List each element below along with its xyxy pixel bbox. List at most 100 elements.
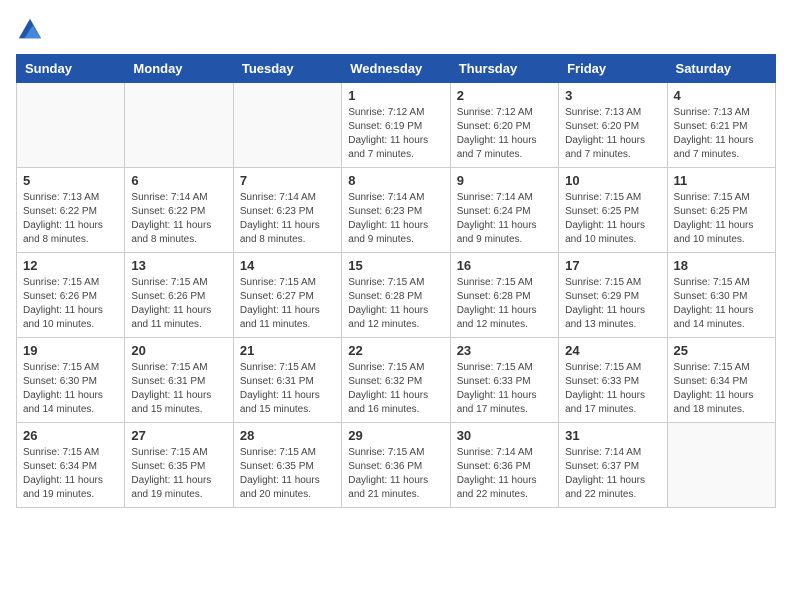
calendar-header-friday: Friday (559, 55, 667, 83)
week-row-1: 1Sunrise: 7:12 AMSunset: 6:19 PMDaylight… (17, 83, 776, 168)
day-number: 6 (131, 173, 226, 188)
calendar-cell: 31 Sunrise: 7:14 AMSunset: 6:37 PMDayligh… (559, 423, 667, 508)
calendar-cell: 6 Sunrise: 7:14 AMSunset: 6:22 PMDaylight… (125, 168, 233, 253)
calendar-header-sunday: Sunday (17, 55, 125, 83)
day-info: Sunrise: 7:14 AMSunset: 6:37 PMDaylight:… (565, 446, 660, 502)
calendar-cell: 30 Sunrise: 7:14 AMSunset: 6:36 PMDayligh… (450, 423, 558, 508)
day-info: Sunrise: 7:15 AMSunset: 6:33 PMDaylight:… (565, 361, 660, 417)
day-info: Sunrise: 7:15 AMSunset: 6:29 PMDaylight:… (565, 276, 660, 332)
day-info: Sunrise: 7:13 AMSunset: 6:22 PMDaylight:… (23, 191, 118, 247)
day-number: 5 (23, 173, 118, 188)
day-info: Sunrise: 7:14 AMSunset: 6:23 PMDaylight:… (348, 191, 443, 247)
day-number: 15 (348, 258, 443, 273)
logo (16, 16, 46, 44)
calendar-cell: 7Sunrise: 7:14 AMSunset: 6:23 PMDaylight… (233, 168, 341, 253)
calendar: SundayMondayTuesdayWednesdayThursdayFrid… (16, 54, 776, 508)
calendar-cell: 1Sunrise: 7:12 AMSunset: 6:19 PMDaylight… (342, 83, 450, 168)
calendar-cell: 24 Sunrise: 7:15 AMSunset: 6:33 PMDayligh… (559, 338, 667, 423)
day-number: 12 (23, 258, 118, 273)
calendar-header-row: SundayMondayTuesdayWednesdayThursdayFrid… (17, 55, 776, 83)
calendar-cell (667, 423, 775, 508)
day-number: 29 (348, 428, 443, 443)
calendar-cell (125, 83, 233, 168)
calendar-cell (17, 83, 125, 168)
day-number: 20 (131, 343, 226, 358)
day-number: 28 (240, 428, 335, 443)
calendar-cell: 10 Sunrise: 7:15 AMSunset: 6:25 PMDayligh… (559, 168, 667, 253)
day-number: 23 (457, 343, 552, 358)
calendar-header-wednesday: Wednesday (342, 55, 450, 83)
calendar-cell: 9Sunrise: 7:14 AMSunset: 6:24 PMDaylight… (450, 168, 558, 253)
day-number: 2 (457, 88, 552, 103)
day-info: Sunrise: 7:15 AMSunset: 6:32 PMDaylight:… (348, 361, 443, 417)
calendar-cell: 26 Sunrise: 7:15 AMSunset: 6:34 PMDayligh… (17, 423, 125, 508)
day-number: 4 (674, 88, 769, 103)
day-info: Sunrise: 7:15 AMSunset: 6:31 PMDaylight:… (240, 361, 335, 417)
day-number: 8 (348, 173, 443, 188)
calendar-cell: 13 Sunrise: 7:15 AMSunset: 6:26 PMDayligh… (125, 253, 233, 338)
day-info: Sunrise: 7:14 AMSunset: 6:23 PMDaylight:… (240, 191, 335, 247)
day-info: Sunrise: 7:15 AMSunset: 6:35 PMDaylight:… (131, 446, 226, 502)
calendar-header-monday: Monday (125, 55, 233, 83)
calendar-cell: 8 Sunrise: 7:14 AMSunset: 6:23 PMDaylight… (342, 168, 450, 253)
day-number: 30 (457, 428, 552, 443)
day-number: 31 (565, 428, 660, 443)
day-number: 10 (565, 173, 660, 188)
day-info: Sunrise: 7:15 AMSunset: 6:27 PMDaylight:… (240, 276, 335, 332)
day-info: Sunrise: 7:15 AMSunset: 6:33 PMDaylight:… (457, 361, 552, 417)
calendar-cell: 12 Sunrise: 7:15 AMSunset: 6:26 PMDayligh… (17, 253, 125, 338)
calendar-cell (233, 83, 341, 168)
calendar-cell: 19Sunrise: 7:15 AMSunset: 6:30 PMDayligh… (17, 338, 125, 423)
day-number: 3 (565, 88, 660, 103)
day-info: Sunrise: 7:15 AMSunset: 6:26 PMDaylight:… (131, 276, 226, 332)
day-info: Sunrise: 7:15 AMSunset: 6:30 PMDaylight:… (674, 276, 769, 332)
day-number: 22 (348, 343, 443, 358)
day-number: 11 (674, 173, 769, 188)
calendar-cell: 5 Sunrise: 7:13 AMSunset: 6:22 PMDaylight… (17, 168, 125, 253)
day-info: Sunrise: 7:14 AMSunset: 6:22 PMDaylight:… (131, 191, 226, 247)
calendar-cell: 25 Sunrise: 7:15 AMSunset: 6:34 PMDayligh… (667, 338, 775, 423)
day-info: Sunrise: 7:15 AMSunset: 6:34 PMDaylight:… (674, 361, 769, 417)
week-row-4: 19Sunrise: 7:15 AMSunset: 6:30 PMDayligh… (17, 338, 776, 423)
day-number: 26 (23, 428, 118, 443)
day-info: Sunrise: 7:15 AMSunset: 6:35 PMDaylight:… (240, 446, 335, 502)
day-number: 9 (457, 173, 552, 188)
day-info: Sunrise: 7:15 AMSunset: 6:36 PMDaylight:… (348, 446, 443, 502)
day-number: 27 (131, 428, 226, 443)
day-info: Sunrise: 7:12 AMSunset: 6:19 PMDaylight:… (348, 106, 443, 162)
week-row-5: 26 Sunrise: 7:15 AMSunset: 6:34 PMDayligh… (17, 423, 776, 508)
calendar-cell: 4 Sunrise: 7:13 AMSunset: 6:21 PMDaylight… (667, 83, 775, 168)
day-number: 25 (674, 343, 769, 358)
day-info: Sunrise: 7:13 AMSunset: 6:21 PMDaylight:… (674, 106, 769, 162)
day-number: 14 (240, 258, 335, 273)
day-info: Sunrise: 7:15 AMSunset: 6:28 PMDaylight:… (457, 276, 552, 332)
day-number: 24 (565, 343, 660, 358)
day-info: Sunrise: 7:12 AMSunset: 6:20 PMDaylight:… (457, 106, 552, 162)
day-info: Sunrise: 7:15 AMSunset: 6:25 PMDaylight:… (674, 191, 769, 247)
day-info: Sunrise: 7:15 AMSunset: 6:26 PMDaylight:… (23, 276, 118, 332)
calendar-header-thursday: Thursday (450, 55, 558, 83)
week-row-3: 12 Sunrise: 7:15 AMSunset: 6:26 PMDayligh… (17, 253, 776, 338)
calendar-header-saturday: Saturday (667, 55, 775, 83)
day-number: 18 (674, 258, 769, 273)
calendar-cell: 2 Sunrise: 7:12 AMSunset: 6:20 PMDaylight… (450, 83, 558, 168)
calendar-header-tuesday: Tuesday (233, 55, 341, 83)
day-info: Sunrise: 7:15 AMSunset: 6:34 PMDaylight:… (23, 446, 118, 502)
day-number: 19 (23, 343, 118, 358)
calendar-cell: 3Sunrise: 7:13 AMSunset: 6:20 PMDaylight… (559, 83, 667, 168)
day-number: 13 (131, 258, 226, 273)
week-row-2: 5 Sunrise: 7:13 AMSunset: 6:22 PMDaylight… (17, 168, 776, 253)
calendar-cell: 15 Sunrise: 7:15 AMSunset: 6:28 PMDayligh… (342, 253, 450, 338)
page-header (16, 16, 776, 44)
day-number: 16 (457, 258, 552, 273)
calendar-cell: 29 Sunrise: 7:15 AMSunset: 6:36 PMDayligh… (342, 423, 450, 508)
calendar-cell: 14 Sunrise: 7:15 AMSunset: 6:27 PMDayligh… (233, 253, 341, 338)
day-number: 21 (240, 343, 335, 358)
calendar-cell: 27 Sunrise: 7:15 AMSunset: 6:35 PMDayligh… (125, 423, 233, 508)
day-info: Sunrise: 7:14 AMSunset: 6:36 PMDaylight:… (457, 446, 552, 502)
day-info: Sunrise: 7:15 AMSunset: 6:28 PMDaylight:… (348, 276, 443, 332)
calendar-cell: 20Sunrise: 7:15 AMSunset: 6:31 PMDayligh… (125, 338, 233, 423)
calendar-cell: 16 Sunrise: 7:15 AMSunset: 6:28 PMDayligh… (450, 253, 558, 338)
logo-icon (16, 16, 44, 44)
day-info: Sunrise: 7:15 AMSunset: 6:25 PMDaylight:… (565, 191, 660, 247)
